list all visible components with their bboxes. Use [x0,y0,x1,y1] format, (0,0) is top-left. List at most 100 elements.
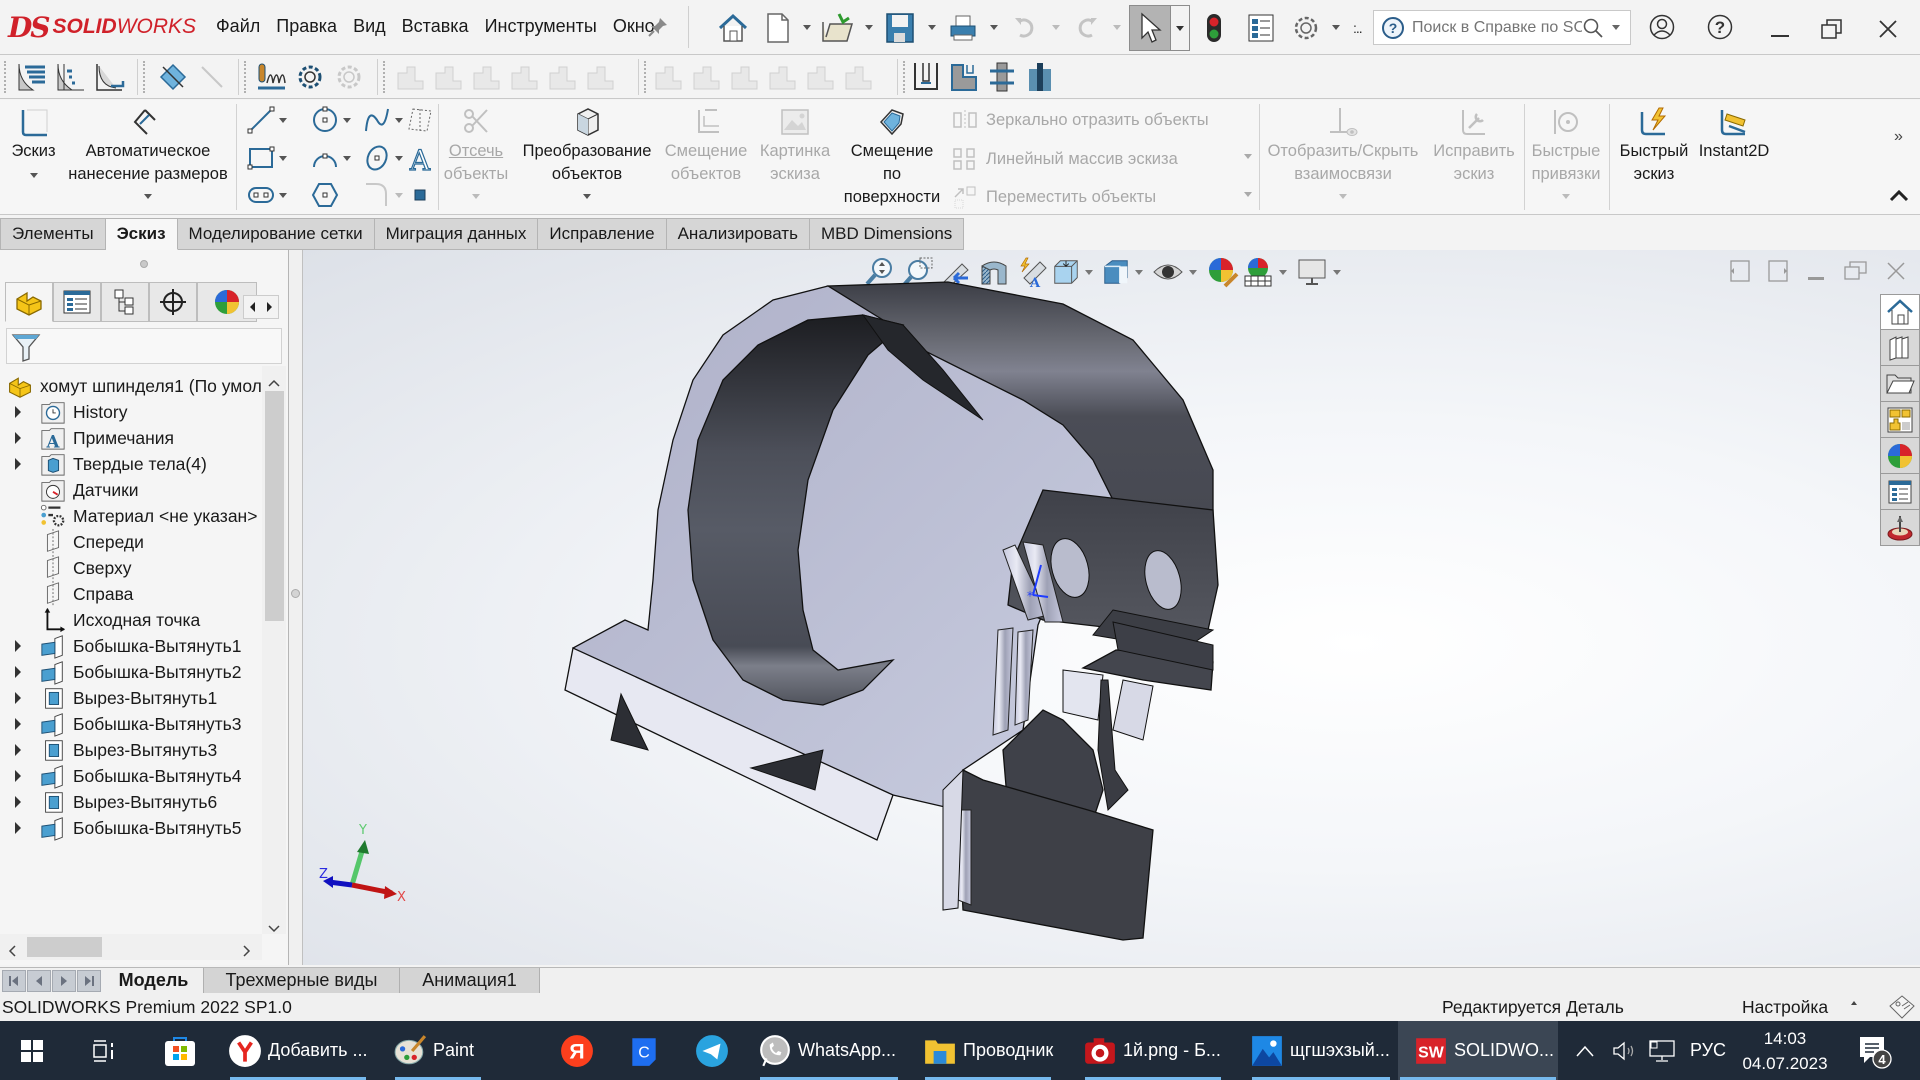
taskbar-app[interactable]: SW SOLIDWO... [1398,1021,1558,1080]
disabled-tool-icon[interactable] [727,61,761,93]
circle-tool[interactable] [310,105,340,135]
dimension-layout-icon[interactable] [92,59,128,95]
taskbar-app[interactable] [695,1021,731,1080]
tab-mesh-modeling[interactable]: Моделирование сетки [177,218,375,250]
start-button[interactable] [20,1021,52,1080]
polygon-tool[interactable] [310,180,340,210]
new-document-icon[interactable] [762,10,794,46]
fm-tab-scroll-left[interactable] [244,296,261,318]
options-dropdown[interactable] [1332,25,1340,30]
ellipse-dropdown[interactable] [395,156,403,161]
first-tab-button[interactable] [2,970,26,992]
spline-tool[interactable] [362,105,392,135]
search-icon[interactable] [1582,17,1604,39]
model-canvas[interactable]: * [303,250,1920,965]
rapid-sketch-button[interactable]: Быстрый эскиз [1612,106,1696,186]
spring-icon[interactable] [253,59,289,95]
disabled-tool-icon[interactable] [689,61,723,93]
sketch-dropdown[interactable] [29,173,38,178]
toolbar-grip[interactable] [4,61,6,93]
scroll-down-icon[interactable] [268,918,280,938]
rebuild-icon[interactable] [1203,12,1225,44]
gear-feature-disabled-icon[interactable] [331,59,367,95]
tag-icon[interactable] [1888,994,1916,1020]
point-tool[interactable] [405,180,435,210]
layout-tool-icon[interactable] [53,59,89,95]
arc-tool[interactable] [310,143,340,173]
ellipse-tool[interactable] [362,143,392,173]
repair-sketch-button[interactable]: Исправить эскиз [1424,106,1524,186]
search-dropdown[interactable] [1612,25,1620,30]
taskbar-app[interactable]: щгшэхзый... [1250,1021,1392,1080]
next-tab-button[interactable] [52,970,76,992]
taskbar-app[interactable]: Проводник [923,1021,1053,1080]
undo-icon[interactable] [1010,12,1040,44]
convert-entities-button[interactable]: Преобразование объектов [517,106,657,199]
tab-evaluate[interactable]: Анализировать [666,218,810,250]
tab-repair[interactable]: Исправление [538,218,667,250]
slot-dropdown[interactable] [279,193,287,198]
menu-file[interactable]: Файл [208,16,268,37]
redo-dropdown[interactable] [1113,25,1121,30]
expand-arrow-icon[interactable] [15,692,21,704]
pin-icon[interactable] [645,14,671,40]
taskbar-app[interactable]: Я [560,1021,596,1080]
tab-data-migration[interactable]: Миграция данных [374,218,539,250]
taskbar-app[interactable]: Добавить ... [228,1021,368,1080]
fillet-dropdown[interactable] [395,193,403,198]
snaps-dropdown[interactable] [1562,194,1570,199]
print-dropdown[interactable] [990,25,998,30]
linear-pattern-dropdown[interactable] [1244,154,1252,159]
tree-item[interactable]: Бобышка-Вытянуть5 [0,812,262,844]
prev-tab-button[interactable] [27,970,51,992]
network-button[interactable] [1648,1021,1678,1080]
propertymanager-tab[interactable] [53,282,101,322]
ribbon-overflow-button[interactable]: » [1894,128,1903,146]
feature-tree-vscroll[interactable] [262,366,286,934]
help-question-icon[interactable]: ? [1705,12,1735,42]
save-icon[interactable] [883,10,917,46]
weldment-icon-2[interactable] [946,59,982,95]
new-dropdown[interactable] [803,25,811,30]
taskbar-app[interactable]: 1й.png - Б... [1083,1021,1223,1080]
language-indicator[interactable]: РУС [1690,1021,1726,1080]
smart-dimension-button[interactable]: Автоматическое нанесение размеров [66,106,230,199]
arc-dropdown[interactable] [343,156,351,161]
volume-button[interactable] [1612,1021,1640,1080]
options-gear-icon[interactable] [1289,10,1323,46]
disabled-tool-icon[interactable] [545,61,579,93]
linear-pattern-button[interactable]: Линейный массив эскиза [952,147,1178,171]
print-icon[interactable] [946,10,980,46]
file-properties-icon[interactable] [1244,12,1278,44]
sketch-button[interactable]: Эскиз [6,106,61,178]
microsoft-store-button[interactable] [163,1021,199,1080]
expand-arrow-icon[interactable] [15,458,21,470]
user-account-icon[interactable] [1647,12,1677,42]
select-icon[interactable] [1129,5,1171,51]
expand-arrow-icon[interactable] [15,406,21,418]
show-hidden-icons-button[interactable] [1575,1021,1601,1080]
text-tool[interactable]: A [405,143,435,177]
splitter-handle[interactable] [291,589,300,598]
unit-system-button[interactable]: Настройка [1742,997,1828,1018]
redo-icon[interactable] [1072,12,1102,44]
open-dropdown[interactable] [865,25,873,30]
toolbar-grip[interactable] [903,61,905,93]
help-search-box[interactable]: ? [1373,10,1631,45]
scroll-left-icon[interactable] [8,942,16,962]
trim-dropdown[interactable] [472,194,480,199]
offset-entities-button[interactable]: Смещение объектов [662,106,750,186]
circle-dropdown[interactable] [343,118,351,123]
scroll-up-icon[interactable] [268,372,280,392]
tab-model[interactable]: Модель [104,968,204,993]
convert-dropdown[interactable] [583,194,591,199]
instant2d-button[interactable]: Instant2D [1696,106,1772,163]
toolbar-grip[interactable] [644,61,646,93]
solidworks-logo[interactable]: DS SOLID WORKS [8,11,196,44]
disabled-tool-icon[interactable] [651,61,685,93]
sketch-picture-button[interactable]: Картинка эскиза [753,106,837,186]
collapse-ribbon-icon[interactable] [1888,188,1910,208]
slot-tool[interactable] [246,180,276,210]
toolbar-grip[interactable] [244,61,246,93]
toolbar-overflow[interactable]: :.. [1353,20,1363,36]
